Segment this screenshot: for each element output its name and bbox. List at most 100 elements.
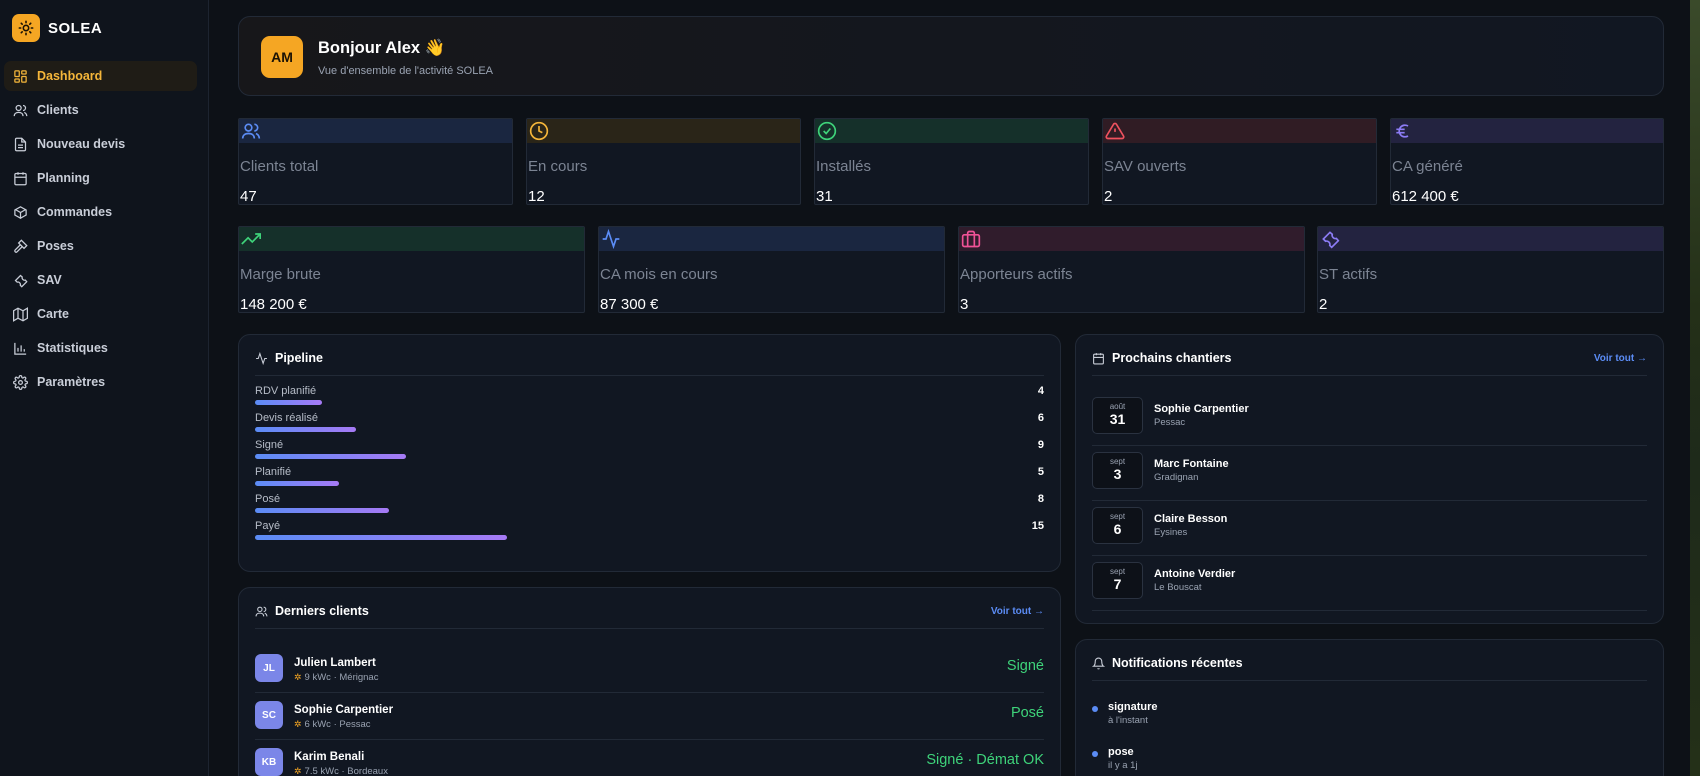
sidebar-item-dashboard[interactable]: Dashboard: [4, 61, 197, 91]
pipeline-stage-count: 9: [1037, 439, 1044, 451]
calendar-icon: [14, 171, 27, 185]
status-badge: Signé: [1006, 658, 1044, 674]
list-item[interactable]: août 31 Sophie Carpentier Pessac: [1092, 391, 1647, 446]
divider: [1092, 680, 1647, 681]
stat-ca-genere[interactable]: CA généré 612 400 €: [1390, 118, 1664, 205]
notification-time: à l'instant: [1108, 715, 1148, 726]
stat-st-actifs[interactable]: ST actifs 2: [1317, 226, 1664, 313]
clients-title: Derniers clients: [255, 604, 369, 618]
sidebar-item-label: Commandes: [37, 205, 113, 219]
pipeline-stage[interactable]: Posé 8: [255, 493, 1044, 520]
stat-value: 3: [960, 296, 969, 313]
stat-value: 2: [1104, 188, 1113, 205]
pipeline-stage-bar: [255, 427, 356, 432]
pipeline-stage-count: 15: [1031, 520, 1044, 532]
date-month: sept: [1109, 512, 1126, 521]
voir-tout-link[interactable]: Voir tout →: [1594, 353, 1647, 364]
pipeline-stage-label: Signé: [255, 439, 284, 451]
stat-label: Clients total: [240, 158, 319, 175]
chantier-name: Sophie Carpentier: [1154, 403, 1249, 415]
sidebar-item-label: Nouveau devis: [37, 137, 126, 151]
stat-label: CA mois en cours: [600, 266, 718, 283]
pipeline-stage-label: Devis réalisé: [255, 412, 318, 424]
stat-label: Marge brute: [240, 266, 321, 283]
chantier-name: Marc Fontaine: [1154, 458, 1229, 470]
pipeline-stage-label: Payé: [255, 520, 281, 532]
stat-installes[interactable]: Installés 31: [814, 118, 1089, 205]
notifications-title: Notifications récentes: [1092, 656, 1243, 670]
list-item[interactable]: sept 7 Antoine Verdier Le Bouscat: [1092, 556, 1647, 611]
pipeline-stage[interactable]: Planifié 5: [255, 466, 1044, 493]
sidebar-item-label: SAV: [37, 273, 62, 287]
activity-icon: [602, 229, 620, 249]
pipeline-stage[interactable]: Devis réalisé 6: [255, 412, 1044, 439]
stat-apporteurs-actifs[interactable]: Apporteurs actifs 3: [958, 226, 1305, 313]
stat-value: 148 200 €: [240, 296, 307, 313]
stat-label: En cours: [528, 158, 588, 175]
date-box: sept 7: [1092, 562, 1143, 599]
sidebar-item-planning[interactable]: Planning: [4, 163, 197, 193]
stat-en-cours[interactable]: En cours 12: [526, 118, 801, 205]
table-row[interactable]: JL Julien Lambert ✲ 9 kWc · Mérignac Sign…: [255, 646, 1044, 693]
users-icon: [13, 104, 28, 116]
gear-icon: [13, 374, 28, 390]
divider: [255, 375, 1044, 376]
user-avatar[interactable]: AM: [261, 36, 303, 78]
pipeline-stage-bar: [255, 481, 339, 486]
map-icon: [13, 306, 28, 322]
sidebar-item-statistiques[interactable]: Statistiques: [4, 333, 197, 363]
activity-icon: [256, 351, 267, 365]
sidebar-item-clients[interactable]: Clients: [4, 95, 197, 125]
divider: [1092, 375, 1647, 376]
chantier-city: Pessac: [1154, 417, 1186, 428]
pipeline-stage[interactable]: Payé 15: [255, 520, 1044, 547]
welcome-banner: AM Bonjour Alex 👋 Vue d'ensemble de l'ac…: [238, 16, 1664, 96]
list-item[interactable]: sept 6 Claire Besson Eysines: [1092, 501, 1647, 556]
sidebar-item-commandes[interactable]: Commandes: [4, 197, 197, 227]
client-name: Julien Lambert: [294, 657, 376, 669]
pipeline-stage-bar: [255, 535, 507, 540]
date-box: sept 3: [1092, 452, 1143, 489]
users-icon: [255, 606, 268, 616]
scrollbar[interactable]: [1690, 0, 1700, 776]
sidebar-item-poses[interactable]: Poses: [4, 231, 197, 261]
pipeline-panel: Pipeline RDV planifié 4 Devis réalisé 6 Sign…: [238, 334, 1061, 572]
sidebar-item-sav[interactable]: SAV: [4, 265, 197, 295]
notifications-panel: Notifications récentes signature à l'ins…: [1075, 639, 1664, 776]
chantier-name: Claire Besson: [1154, 513, 1228, 525]
pipeline-stage[interactable]: RDV planifié 4: [255, 385, 1044, 412]
brand[interactable]: SOLEA: [12, 14, 102, 42]
euro-icon: [1396, 124, 1409, 138]
pipeline-stage-count: 6: [1037, 412, 1044, 424]
stat-value: 12: [528, 188, 545, 205]
sidebar: SOLEA Dashboard Clients Nouveau devis Pl…: [0, 0, 209, 776]
client-name: Karim Benali: [294, 751, 365, 763]
list-item[interactable]: pose il y a 1j: [1092, 745, 1647, 776]
stat-marge-brute[interactable]: Marge brute 148 200 €: [238, 226, 585, 313]
warning-icon: [1105, 122, 1125, 140]
sidebar-item-carte[interactable]: Carte: [4, 299, 197, 329]
date-month: sept: [1109, 457, 1126, 466]
table-row[interactable]: SC Sophie Carpentier ✲ 6 kWc · Pessac Pos…: [255, 693, 1044, 740]
table-row[interactable]: KB Karim Benali ✲ 7.5 kWc · Bordeaux Sign…: [255, 740, 1044, 776]
stat-clients-total[interactable]: Clients total 47: [238, 118, 513, 205]
briefcase-icon: [961, 230, 981, 248]
wrench-icon: [14, 274, 28, 288]
chantiers-panel: Prochains chantiers Voir tout → août 31 …: [1075, 334, 1664, 624]
stat-ca-mois[interactable]: CA mois en cours 87 300 €: [598, 226, 945, 313]
sidebar-item-parametres[interactable]: Paramètres: [4, 367, 197, 397]
chantier-city: Gradignan: [1154, 472, 1199, 483]
date-month: août: [1109, 402, 1126, 411]
stat-value: 31: [816, 188, 833, 205]
list-item[interactable]: signature à l'instant: [1092, 700, 1647, 744]
voir-tout-link[interactable]: Voir tout →: [991, 606, 1044, 617]
pipeline-stage-bar: [255, 508, 389, 513]
list-item[interactable]: sept 3 Marc Fontaine Gradignan: [1092, 446, 1647, 501]
date-day: 6: [1113, 521, 1122, 537]
sidebar-item-nouveau-devis[interactable]: Nouveau devis: [4, 129, 197, 159]
stat-label: Installés: [816, 158, 872, 175]
pipeline-stage[interactable]: Signé 9: [255, 439, 1044, 466]
stat-sav-ouverts[interactable]: SAV ouverts 2: [1102, 118, 1377, 205]
stat-label: Apporteurs actifs: [960, 266, 1073, 283]
dot-icon: [1092, 706, 1098, 712]
